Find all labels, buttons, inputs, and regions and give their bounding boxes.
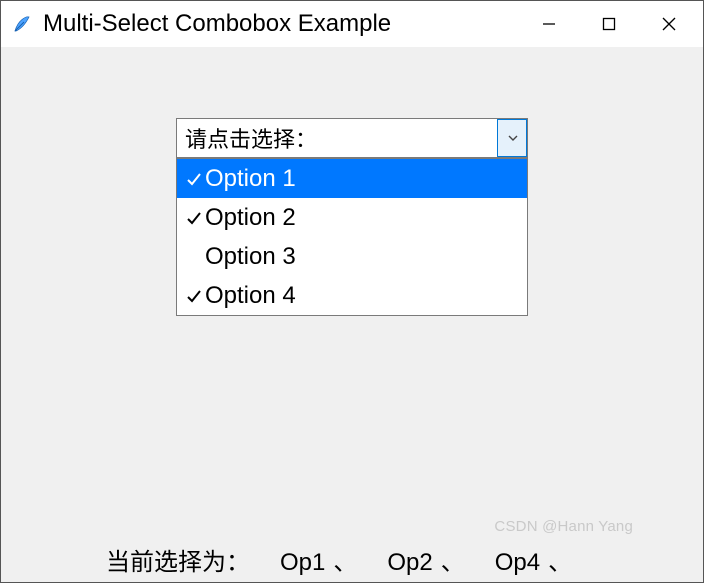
check-icon: [183, 210, 205, 226]
option-3[interactable]: Option 3: [177, 237, 527, 276]
maximize-icon: [602, 17, 616, 31]
status-separator: 、: [333, 549, 357, 576]
option-label: Option 4: [205, 282, 296, 310]
status-separator: 、: [441, 549, 465, 576]
application-window: Multi-Select Combobox Example: [0, 0, 704, 583]
watermark: CSDN @Hann Yang: [494, 518, 633, 535]
option-4[interactable]: Option 4: [177, 276, 527, 315]
combobox-dropdown[interactable]: Option 1 Option 2 Option 3 Option 4: [176, 158, 528, 316]
check-icon: [183, 288, 205, 304]
maximize-button[interactable]: [579, 2, 639, 46]
titlebar[interactable]: Multi-Select Combobox Example: [1, 1, 703, 47]
minimize-button[interactable]: [519, 2, 579, 46]
status-value: Op2: [387, 549, 432, 576]
close-icon: [661, 16, 677, 32]
option-label: Option 1: [205, 165, 296, 193]
check-icon: [183, 171, 205, 187]
option-label: Option 2: [205, 204, 296, 232]
minimize-icon: [542, 17, 556, 31]
combobox-toggle-button[interactable]: [497, 119, 527, 157]
window-controls: [519, 2, 699, 46]
status-value: Op4: [495, 549, 540, 576]
status-label: 当前选择为：: [106, 542, 250, 577]
status-value: Op1: [280, 549, 325, 576]
option-label: Option 3: [205, 243, 296, 271]
status-values: Op1 、 Op2 、 Op4 、: [280, 542, 602, 577]
close-button[interactable]: [639, 2, 699, 46]
app-feather-icon: [11, 13, 33, 35]
option-1[interactable]: Option 1: [177, 159, 527, 198]
window-title: Multi-Select Combobox Example: [43, 10, 391, 38]
statusbar: 当前选择为： Op1 、 Op2 、 Op4 、: [1, 536, 703, 582]
chevron-down-icon: [507, 132, 519, 144]
option-2[interactable]: Option 2: [177, 198, 527, 237]
status-separator: 、: [548, 549, 572, 576]
client-area: 请点击选择： Option 1Option 2Option 3Option 4 …: [1, 47, 703, 536]
multiselect-combobox[interactable]: 请点击选择：: [176, 118, 528, 158]
combobox-display[interactable]: 请点击选择：: [177, 119, 497, 157]
